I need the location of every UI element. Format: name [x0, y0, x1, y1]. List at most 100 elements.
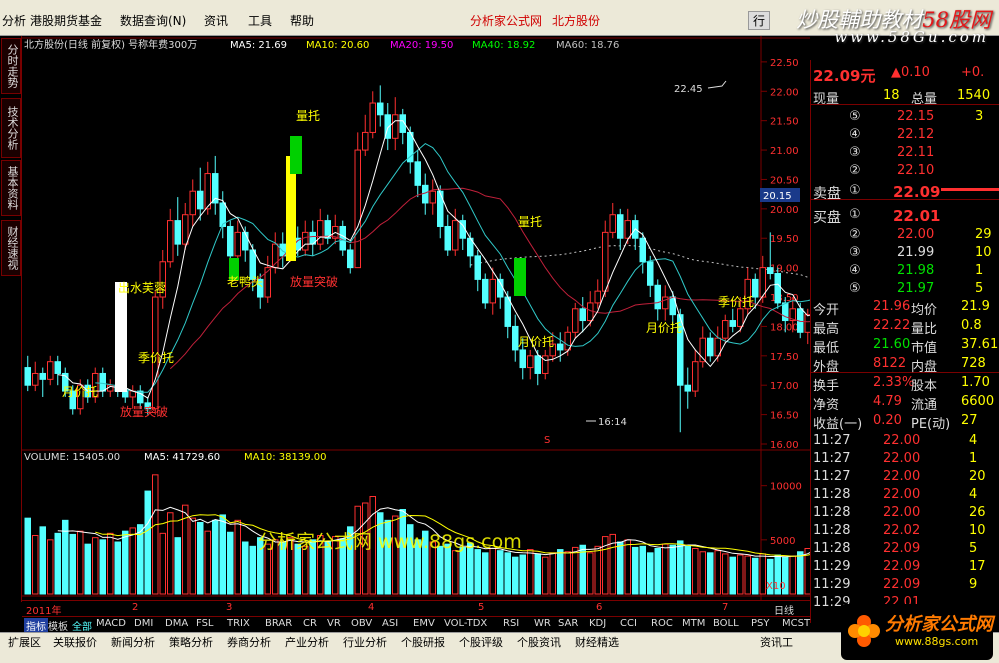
volume-bar	[459, 546, 466, 595]
indicator-tab[interactable]: VR	[327, 618, 341, 629]
ask-row: ③ 22.11	[811, 144, 999, 162]
tab-fundamentals[interactable]: 基本资料	[1, 160, 21, 216]
indicator-tab[interactable]: KDJ	[589, 618, 606, 629]
trade-tick-row: 11:28 22.09 5	[811, 540, 999, 558]
menu-item-tools[interactable]: 工具	[248, 12, 272, 29]
menu-item-news[interactable]: 资讯	[204, 12, 228, 29]
tick-volume: 17	[969, 559, 986, 574]
indicator-tab[interactable]: RSI	[503, 618, 519, 629]
volume-bar	[572, 546, 579, 595]
stat-label: 外盘	[813, 360, 840, 375]
stat-row: 换手 2.33% 股本 1.70	[811, 374, 999, 394]
hang-button[interactable]: 行	[748, 11, 771, 30]
period-label[interactable]: 日线	[774, 602, 794, 617]
indicator-tab[interactable]: SAR	[558, 618, 578, 629]
volume-bar	[744, 555, 751, 595]
ask-level: ⑤	[849, 109, 861, 124]
footer-news-tools[interactable]: 资讯工	[760, 634, 793, 650]
volume-bar	[204, 530, 211, 595]
candle-body	[182, 214, 189, 245]
volume-bar	[737, 554, 744, 595]
indicator-tab[interactable]: OBV	[351, 618, 372, 629]
ma60-readout: MA60: 18.76	[556, 40, 619, 51]
footer-tab[interactable]: 财经精选	[575, 634, 619, 650]
annotation-month-support-3: 月价托	[646, 321, 682, 335]
menu-item-help[interactable]: 帮助	[290, 12, 314, 29]
footer-tab[interactable]: 产业分析	[285, 634, 329, 650]
indicator-tab[interactable]: 模板	[48, 618, 68, 633]
price-change-pct: +0.	[961, 65, 985, 80]
indicator-tab[interactable]: TRIX	[227, 618, 250, 629]
candle-body	[654, 284, 661, 310]
candle-body	[242, 231, 249, 251]
current-volume-value: 18	[883, 88, 900, 103]
month-label: 6	[596, 602, 603, 613]
indicator-tab[interactable]: VOL-TDX	[444, 618, 487, 629]
footer-tab[interactable]: 行业分析	[343, 634, 387, 650]
indicator-tab[interactable]: CR	[303, 618, 317, 629]
tick-time: 11:29	[813, 559, 851, 574]
last-price: 22.09元	[813, 67, 876, 85]
footer-tab[interactable]: 关联报价	[53, 634, 97, 650]
indicator-tab[interactable]: MACD	[96, 618, 126, 629]
volume-bar	[107, 532, 114, 595]
indicator-tab-strip: 指标 模板 全部 MACD DMI DMA FSL TRIX BRAR CR VR OBV ASI EMV…	[22, 616, 810, 633]
tab-finance[interactable]: 财经速视	[1, 220, 21, 276]
footer-tab[interactable]: 策略分析	[169, 634, 213, 650]
indicator-tab[interactable]: ROC	[651, 618, 673, 629]
indicator-tab[interactable]: MTM	[682, 618, 705, 629]
indicator-tab[interactable]: MCST	[782, 618, 810, 629]
volume-bar	[159, 532, 166, 595]
footer-tab[interactable]: 个股研报	[401, 634, 445, 650]
volume-support-bar-green-2	[514, 258, 526, 296]
indicator-tab[interactable]: BOLL	[713, 618, 739, 629]
indicator-tab[interactable]: DMA	[165, 618, 188, 629]
volume-bar	[189, 517, 196, 595]
price-tick-label: 19.00	[770, 264, 799, 275]
indicator-tab[interactable]: PSY	[751, 618, 770, 629]
footer-tab[interactable]: 扩展区	[8, 634, 41, 650]
stat-label: 最低	[813, 341, 840, 356]
indicator-tab[interactable]: DMI	[134, 618, 153, 629]
tick-time: 11:27	[813, 433, 851, 448]
tab-intraday[interactable]: 分时走势	[1, 38, 21, 94]
candle-body	[482, 278, 489, 304]
center-title-stock: 北方股份	[552, 14, 601, 28]
price-tick-label: 16.00	[770, 440, 799, 451]
candle-body	[587, 302, 594, 322]
footer-tab[interactable]: 新闻分析	[111, 634, 155, 650]
stat-label-2: PE(动)	[911, 417, 951, 432]
stat-row: 收益(一) 0.20 PE(动) 27	[811, 412, 999, 432]
tick-time: 11:28	[813, 487, 851, 502]
indicator-tab[interactable]: CCI	[620, 618, 637, 629]
indicator-tab[interactable]: 全部	[72, 618, 92, 633]
menu-item-analyze[interactable]: 分析	[2, 12, 26, 29]
candle-body	[429, 190, 436, 204]
volume-bar	[534, 553, 541, 595]
indicator-tab[interactable]: FSL	[196, 618, 214, 629]
candle-body	[369, 102, 376, 133]
indicator-tab[interactable]: EMV	[413, 618, 435, 629]
price-tick-label: 18.00	[770, 322, 799, 333]
kline-chart[interactable]: 22.50 22.00 21.50 21.00 20.50 20.00 19.50 19.00…	[22, 36, 886, 602]
menu-item-hk-futures[interactable]: 港股期货基金	[30, 12, 102, 29]
tick-time: 11:27	[813, 451, 851, 466]
indicator-tab[interactable]: WR	[534, 618, 551, 629]
indicator-tab[interactable]: 指标	[24, 618, 48, 633]
ask-price: 22.10	[897, 163, 935, 178]
candle-body	[774, 273, 781, 304]
candle-body	[572, 308, 579, 333]
menu-item-data-query[interactable]: 数据查询(N)	[120, 12, 186, 29]
candle-body	[782, 302, 789, 322]
volume-bar	[729, 556, 736, 595]
footer-tab[interactable]: 个股评级	[459, 634, 503, 650]
indicator-tab[interactable]: BRAR	[265, 618, 292, 629]
footer-tab[interactable]: 个股资讯	[517, 634, 561, 650]
stat-value: 22.22	[873, 318, 911, 333]
footer-tab[interactable]: 券商分析	[227, 634, 271, 650]
indicator-tab[interactable]: ASI	[382, 618, 398, 629]
candle-body	[347, 249, 354, 269]
tick-volume: 1	[969, 451, 978, 466]
tab-technical[interactable]: 技术分析	[1, 98, 21, 158]
candle-body	[422, 184, 429, 204]
